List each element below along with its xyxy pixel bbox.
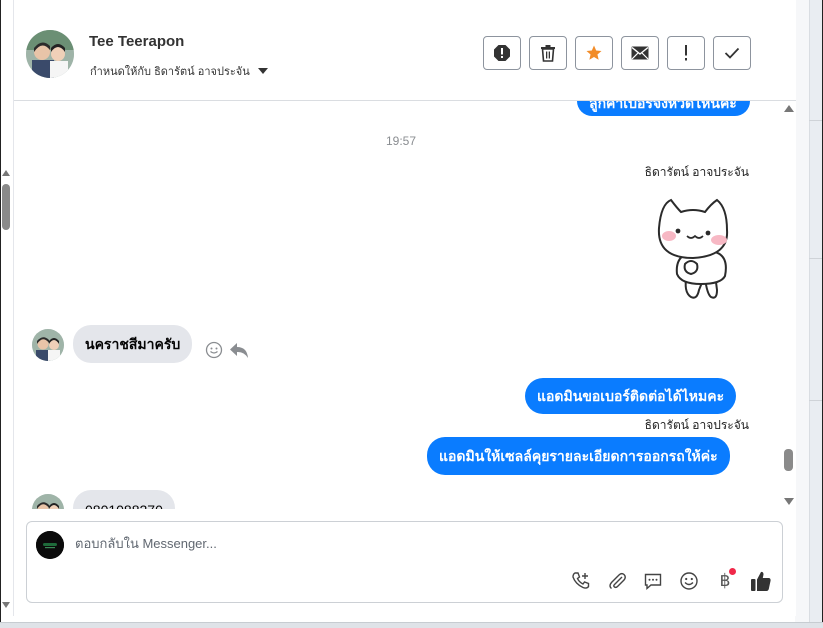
baht-icon: ฿	[719, 570, 731, 591]
scroll-up-arrow[interactable]	[784, 105, 794, 112]
emoji-icon	[680, 572, 698, 590]
saved-replies-icon	[644, 573, 662, 591]
page-scrollbar[interactable]	[1, 170, 11, 610]
scroll-down-arrow[interactable]	[784, 498, 794, 505]
chevron-down-icon	[257, 68, 268, 74]
message-bubble-outgoing[interactable]: แอดมินให้เซลล์คุยรายละเอียดการออกรถให้ค่…	[427, 437, 730, 475]
attach-button[interactable]	[606, 570, 628, 592]
payment-button[interactable]: ฿	[714, 568, 736, 592]
message-timestamp: 19:57	[386, 134, 417, 148]
spam-button[interactable]	[483, 36, 521, 70]
message-sender-name: ธิดารัตน์ อาจประจัน	[644, 165, 749, 179]
message-sender-name: ธิดารัตน์ อาจประจัน	[644, 418, 749, 432]
conversation-panel: Tee Teerapon กำหนดให้กับ ธิดารัตน์ อาจปร…	[13, 0, 796, 616]
star-button[interactable]	[575, 36, 613, 70]
mark-unread-button[interactable]	[621, 36, 659, 70]
scroll-thumb[interactable]	[2, 184, 10, 230]
like-icon	[751, 571, 771, 591]
reply-input[interactable]	[75, 536, 575, 551]
trash-icon	[541, 45, 555, 62]
spam-icon	[494, 45, 510, 61]
scroll-thumb[interactable]	[784, 449, 793, 471]
page-avatar	[36, 531, 64, 559]
like-button[interactable]	[750, 570, 772, 592]
attach-icon	[609, 572, 626, 590]
assignee-dropdown[interactable]: กำหนดให้กับ ธิดารัตน์ อาจประจัน	[90, 62, 268, 80]
contact-avatar[interactable]	[26, 30, 74, 78]
done-button[interactable]	[713, 36, 751, 70]
assignee-label: กำหนดให้กับ ธิดารัตน์ อาจประจัน	[90, 66, 250, 78]
reply-composer: ฿	[26, 521, 783, 603]
emoji-button[interactable]	[678, 570, 700, 592]
call-button[interactable]	[570, 570, 592, 592]
check-icon	[724, 47, 740, 59]
message-bubble-incoming[interactable]: 0801088270	[73, 490, 175, 509]
message-thread[interactable]: ลูกค้าเบอร์จังหวัดไหนคะ 19:57 ธิดารัตน์ …	[14, 101, 796, 509]
conversation-actions	[483, 36, 751, 70]
envelope-icon	[631, 46, 649, 60]
reply-icon[interactable]	[229, 341, 249, 364]
scroll-down-arrow[interactable]	[2, 602, 10, 608]
star-icon	[586, 45, 602, 60]
contact-avatar-small[interactable]	[32, 494, 64, 509]
saved-replies-button[interactable]	[642, 570, 664, 592]
contact-name[interactable]: Tee Teerapon	[89, 33, 184, 50]
composer-tools: ฿	[570, 568, 772, 592]
background-panel	[795, 0, 822, 622]
cat-sticker[interactable]	[647, 194, 737, 304]
notification-dot	[729, 568, 736, 575]
delete-button[interactable]	[529, 36, 567, 70]
message-bubble-incoming[interactable]: นคราชสีมาครับ	[73, 325, 193, 363]
react-icon[interactable]	[205, 341, 223, 364]
conversation-header: Tee Teerapon กำหนดให้กับ ธิดารัตน์ อาจปร…	[14, 0, 796, 101]
thread-scrollbar[interactable]	[782, 101, 796, 509]
message-bubble-outgoing[interactable]: ลูกค้าเบอร์จังหวัดไหนคะ	[577, 101, 750, 116]
exclamation-icon	[685, 45, 687, 61]
message-bubble-outgoing[interactable]: แอดมินขอเบอร์ติดต่อได้ไหมคะ	[525, 378, 737, 414]
follow-up-button[interactable]	[667, 36, 705, 70]
call-icon	[572, 572, 590, 589]
contact-avatar-small[interactable]	[32, 329, 64, 361]
scroll-up-arrow[interactable]	[2, 170, 10, 176]
